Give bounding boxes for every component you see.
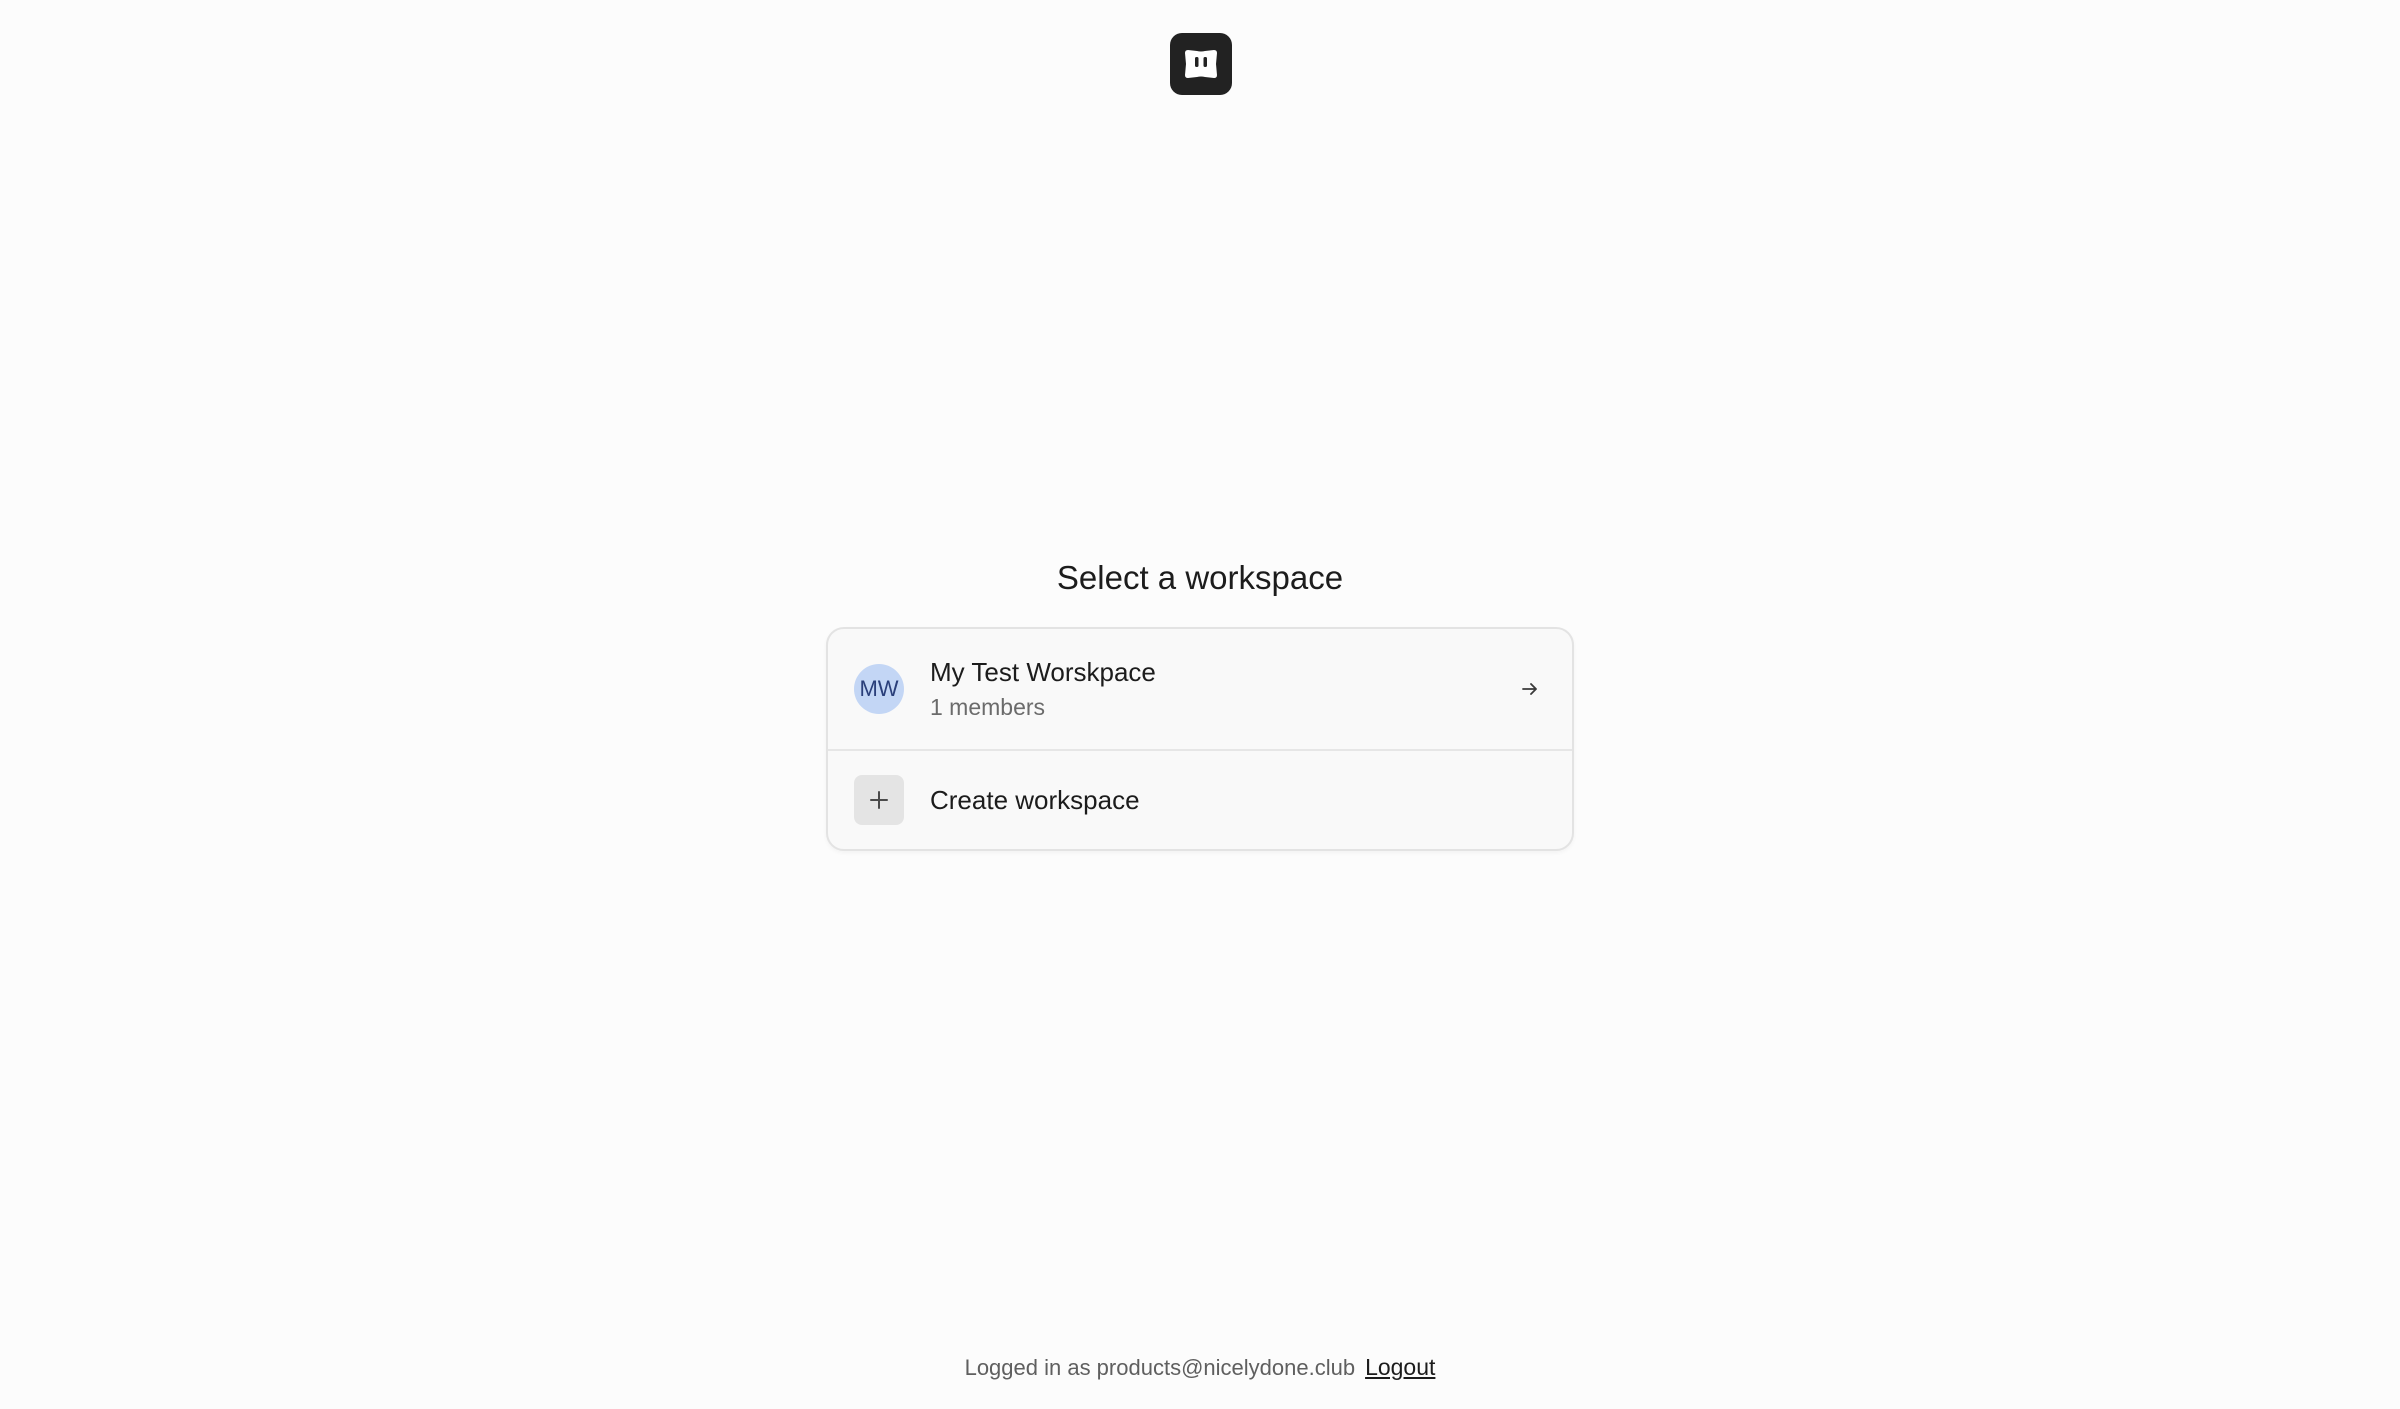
workspace-list: MW My Test Worskpace 1 members Create wo… bbox=[826, 627, 1574, 851]
arrow-right-icon bbox=[1516, 675, 1544, 703]
page-title: Select a workspace bbox=[1056, 559, 1344, 596]
workspace-avatar: MW bbox=[854, 664, 904, 714]
app-logo-icon bbox=[1170, 33, 1232, 95]
create-workspace-button[interactable]: Create workspace bbox=[828, 751, 1572, 849]
plus-icon bbox=[854, 775, 904, 825]
footer: Logged in as products@nicelydone.club Log… bbox=[0, 1352, 2400, 1383]
workspace-member-count: 1 members bbox=[930, 694, 1046, 720]
logout-link[interactable]: Logout bbox=[1365, 1354, 1435, 1380]
workspace-name: My Test Worskpace bbox=[930, 657, 1156, 687]
workspace-item[interactable]: MW My Test Worskpace 1 members bbox=[828, 629, 1572, 751]
create-workspace-label: Create workspace bbox=[930, 785, 1140, 815]
workspace-selection-page: Select a workspace MW My Test Worskpace … bbox=[0, 0, 2400, 1409]
logged-in-text: Logged in as products@nicelydone.club bbox=[964, 1355, 1356, 1380]
workspace-info: My Test Worskpace 1 members bbox=[930, 655, 1516, 723]
